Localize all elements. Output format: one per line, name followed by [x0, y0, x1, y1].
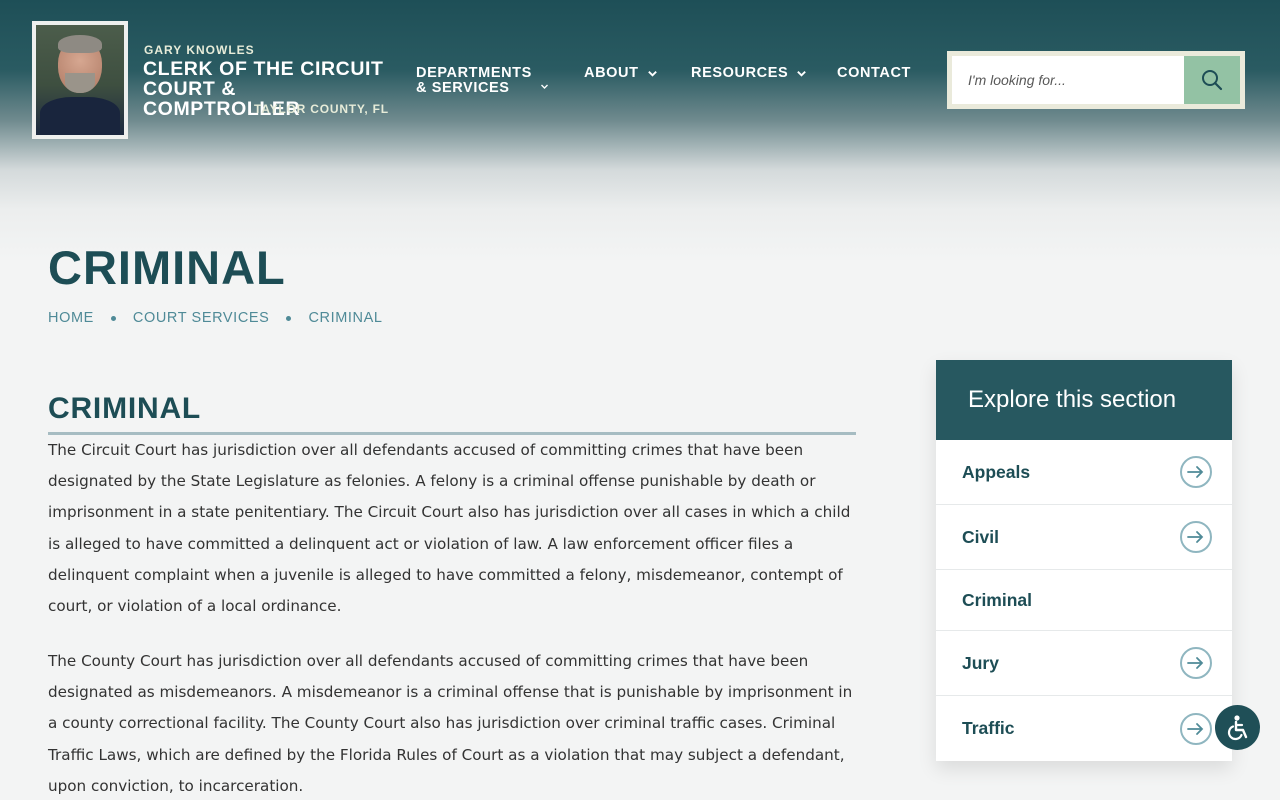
chevron-down-icon	[540, 84, 548, 89]
search-form	[947, 51, 1245, 109]
sidebar-item-label: Jury	[962, 652, 999, 673]
sidebar-item-criminal: Criminal	[936, 570, 1232, 631]
breadcrumb-current: CRIMINAL	[308, 310, 383, 326]
breadcrumb-court-services[interactable]: COURT SERVICES	[133, 310, 270, 326]
nav-contact-label: CONTACT	[837, 65, 912, 81]
site-title-line1: CLERK OF THE CIRCUIT	[143, 58, 384, 80]
accessibility-button[interactable]	[1215, 705, 1260, 750]
clerk-name[interactable]: GARY KNOWLES	[144, 43, 255, 57]
content-paragraph-county: The County Court has jurisdiction over a…	[48, 652, 853, 795]
sidebar-item-traffic[interactable]: Traffic	[936, 696, 1232, 761]
nav-departments-services[interactable]: DEPARTMENTS & SERVICES	[416, 66, 549, 96]
arrow-right-icon	[1180, 456, 1212, 488]
nav-resources[interactable]: RESOURCES	[691, 66, 807, 81]
breadcrumb: HOME COURT SERVICES CRIMINAL	[48, 310, 383, 326]
breadcrumb-separator	[286, 315, 292, 321]
arrow-right-icon	[1180, 521, 1212, 553]
sidebar-item-jury[interactable]: Jury	[936, 631, 1232, 696]
sidebar-item-label: Civil	[962, 526, 999, 547]
wheelchair-icon	[1227, 714, 1247, 740]
sidebar-item-appeals[interactable]: Appeals	[936, 440, 1232, 505]
content-heading: CRIMINAL	[48, 392, 856, 435]
clerk-portrait	[36, 25, 124, 135]
search-icon	[1202, 70, 1223, 91]
explore-section-sidebar: Explore this section Appeals Civil Crimi…	[936, 360, 1232, 761]
clerk-portrait-frame[interactable]	[32, 21, 128, 139]
nav-resources-label: RESOURCES	[691, 65, 789, 81]
page-title: CRIMINAL	[48, 241, 286, 294]
county-label: TAYLOR COUNTY, FL	[254, 102, 389, 116]
sidebar-item-civil[interactable]: Civil	[936, 505, 1232, 570]
search-button[interactable]	[1184, 56, 1240, 104]
nav-about-label: ABOUT	[584, 65, 639, 81]
breadcrumb-separator	[110, 315, 116, 321]
nav-departments-label-1: DEPARTMENTS	[416, 65, 532, 81]
sidebar-item-label: Criminal	[962, 589, 1033, 610]
chevron-down-icon	[647, 71, 657, 77]
nav-contact[interactable]: CONTACT	[837, 66, 911, 81]
content-paragraph-circuit: The Circuit Court has jurisdiction over …	[48, 441, 851, 616]
breadcrumb-home[interactable]: HOME	[48, 310, 94, 326]
search-input[interactable]	[952, 56, 1184, 104]
sidebar-item-label: Appeals	[962, 461, 1031, 482]
sidebar-heading: Explore this section	[936, 360, 1232, 440]
nav-about[interactable]: ABOUT	[584, 66, 658, 81]
chevron-down-icon	[797, 71, 807, 77]
sidebar-item-label: Traffic	[962, 718, 1015, 738]
arrow-right-icon	[1180, 647, 1212, 679]
nav-departments-label-2: & SERVICES	[416, 80, 510, 96]
arrow-right-icon	[1180, 712, 1212, 745]
